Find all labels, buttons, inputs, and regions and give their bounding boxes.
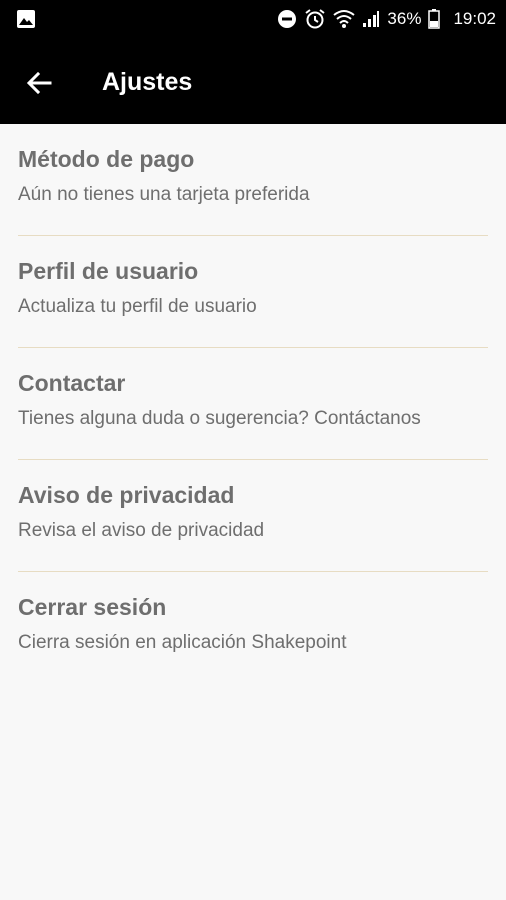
settings-item-subtitle: Actualiza tu perfil de usuario — [18, 296, 257, 317]
do-not-disturb-icon — [277, 9, 297, 29]
settings-item-privacy-notice[interactable]: Aviso de privacidad Revisa el aviso de p… — [18, 460, 488, 572]
settings-item-subtitle: Revisa el aviso de privacidad — [18, 520, 265, 541]
back-arrow-icon — [26, 72, 52, 94]
settings-item-title: Aviso de privacidad — [18, 482, 235, 508]
settings-item-payment-method[interactable]: Método de pago Aún no tienes una tarjeta… — [18, 124, 488, 236]
page-title: Ajustes — [102, 68, 193, 96]
settings-item-subtitle: Tienes alguna duda o sugerencia? Contáct… — [18, 408, 421, 429]
battery-percent: 36% — [387, 9, 422, 28]
settings-list: Método de pago Aún no tienes una tarjeta… — [0, 124, 506, 684]
settings-item-title: Método de pago — [18, 146, 195, 172]
settings-item-contact[interactable]: Contactar Tienes alguna duda o sugerenci… — [18, 348, 488, 460]
settings-item-subtitle: Cierra sesión en aplicación Shakepoint — [18, 632, 347, 653]
settings-item-title: Contactar — [18, 370, 126, 396]
settings-item-title: Cerrar sesión — [18, 594, 167, 620]
status-time: 19:02 — [453, 9, 496, 28]
alarm-icon — [304, 8, 326, 30]
status-icons: 36% 19:02 — [277, 0, 496, 38]
app-bar: Ajustes — [0, 38, 506, 124]
image-notification-icon — [16, 9, 36, 34]
settings-item-user-profile[interactable]: Perfil de usuario Actualiza tu perfil de… — [18, 236, 488, 348]
settings-item-logout[interactable]: Cerrar sesión Cierra sesión en aplicació… — [18, 572, 488, 684]
signal-icon — [362, 10, 380, 28]
battery-icon — [428, 9, 441, 29]
back-button[interactable] — [14, 58, 64, 108]
settings-item-subtitle: Aún no tienes una tarjeta preferida — [18, 184, 310, 205]
settings-item-title: Perfil de usuario — [18, 258, 199, 284]
status-bar: 36% 19:02 — [0, 0, 506, 38]
wifi-icon — [333, 9, 356, 29]
